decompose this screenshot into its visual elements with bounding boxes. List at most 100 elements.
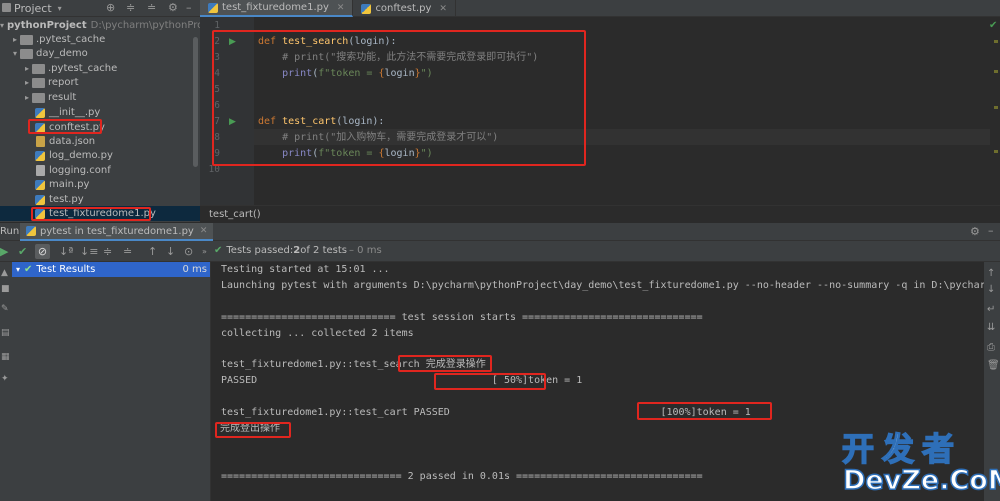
tab-label: test_fixturedome1.py bbox=[222, 2, 329, 13]
breadcrumb-item[interactable]: test_cart() bbox=[209, 209, 261, 220]
pin-icon[interactable]: ✦ bbox=[1, 374, 9, 384]
run-tool-window-header: Run: pytest in test_fixturedome1.py ✕ ⚙ … bbox=[0, 222, 1000, 241]
up-arrow-icon[interactable]: ▲ bbox=[1, 268, 8, 278]
tree-item-label: report bbox=[48, 77, 79, 88]
editor-scrollbar[interactable] bbox=[990, 17, 1000, 205]
print-icon[interactable]: ⎙ bbox=[987, 342, 995, 353]
project-panel-title[interactable]: Project bbox=[14, 2, 52, 15]
scroll-to-end-icon[interactable]: ⇊ bbox=[987, 322, 995, 333]
collapse-all-icon[interactable]: ≐ bbox=[147, 1, 156, 14]
minimize-icon[interactable]: – bbox=[186, 1, 192, 14]
tree-item-result[interactable]: ▸ result bbox=[0, 90, 200, 105]
console-line: ============================== 2 passed … bbox=[221, 471, 703, 482]
error-stripe-mark[interactable] bbox=[994, 106, 998, 109]
tree-item-day-demo-pytest-cache[interactable]: ▸ .pytest_cache bbox=[0, 61, 200, 76]
chevron-right-icon[interactable]: ▸ bbox=[22, 64, 32, 73]
annotation-box-conftest bbox=[28, 119, 102, 134]
grid-icon[interactable]: ▦ bbox=[1, 352, 10, 362]
chevron-down-icon[interactable]: ▾ bbox=[10, 49, 20, 58]
python-file-icon bbox=[361, 3, 372, 14]
chevron-down-icon[interactable]: ▾ bbox=[58, 4, 62, 13]
chevron-right-icon[interactable]: » bbox=[202, 244, 207, 259]
tree-item-label: test.py bbox=[49, 194, 84, 205]
soft-wrap-icon[interactable]: ↵ bbox=[987, 304, 995, 315]
tab-conftest[interactable]: conftest.py ✕ bbox=[353, 0, 456, 17]
tree-item-label: pythonProject bbox=[7, 20, 87, 31]
test-history-icon[interactable]: ⊙ bbox=[184, 244, 193, 259]
close-icon[interactable]: ✕ bbox=[200, 226, 208, 236]
tests-status: ✔ Tests passed: 2 of 2 tests – 0 ms bbox=[214, 245, 382, 256]
tree-item-pythonProject[interactable]: ▾ pythonProject D:\pycharm\pythonProject bbox=[0, 18, 200, 33]
run-toolbar: ▶ ✔ ⊘ ↓ª ↓≡ ≑ ≐ ↑ ↓ ⊙ » ✔ Tests passed: … bbox=[0, 241, 1000, 262]
project-folder-icon bbox=[2, 3, 11, 12]
status-time: – 0 ms bbox=[349, 245, 382, 256]
tree-item-label: log_demo.py bbox=[49, 150, 113, 161]
annotation-box-token-50 bbox=[434, 373, 546, 390]
trash-icon[interactable]: 🗑 bbox=[987, 360, 1000, 371]
tree-item-label: logging.conf bbox=[49, 165, 111, 176]
show-passed-icon[interactable]: ✔ bbox=[18, 244, 27, 259]
stop-icon[interactable]: ■ bbox=[1, 284, 10, 294]
console-line: Launching pytest with arguments D:\pycha… bbox=[221, 280, 1000, 291]
tree-item-init-py[interactable]: __init__.py bbox=[0, 105, 200, 120]
python-file-icon bbox=[208, 2, 218, 13]
error-stripe-mark[interactable] bbox=[994, 150, 998, 153]
gear-icon[interactable]: ⚙ bbox=[168, 1, 178, 14]
chevron-down-icon[interactable]: ▾ bbox=[0, 21, 4, 30]
tree-item-label: .pytest_cache bbox=[48, 63, 118, 74]
tree-item-path: D:\pycharm\pythonProject bbox=[90, 20, 200, 31]
tree-item-day-demo[interactable]: ▾ day_demo bbox=[0, 46, 200, 61]
test-results-root[interactable]: ▾ ✔ Test Results 0 ms bbox=[12, 262, 210, 277]
tree-item-test-py[interactable]: test.py bbox=[0, 192, 200, 207]
minimize-icon[interactable]: – bbox=[988, 224, 994, 237]
tree-item-logging-conf[interactable]: logging.conf bbox=[0, 163, 200, 178]
python-file-icon bbox=[35, 194, 45, 205]
chevron-right-icon[interactable]: ▸ bbox=[22, 93, 32, 102]
show-ignored-icon[interactable]: ⊘ bbox=[35, 244, 50, 259]
close-icon[interactable]: ✕ bbox=[439, 4, 447, 14]
sort-duration-icon[interactable]: ↓≡ bbox=[80, 244, 98, 259]
wrench-icon[interactable]: ✎ bbox=[1, 304, 9, 314]
error-stripe-mark[interactable] bbox=[994, 40, 998, 43]
watermark-logo-top: 开发者 bbox=[841, 430, 963, 468]
tree-item-data-json[interactable]: data.json bbox=[0, 134, 200, 149]
down-arrow-icon[interactable]: ↓ bbox=[987, 284, 995, 295]
status-suffix: of 2 tests bbox=[300, 245, 347, 256]
chevron-right-icon[interactable]: ▸ bbox=[10, 35, 20, 44]
folder-icon bbox=[32, 92, 45, 103]
annotation-box-token-100 bbox=[637, 402, 772, 420]
locate-icon[interactable]: ⊕ bbox=[106, 1, 115, 14]
project-tree-scrollbar[interactable] bbox=[193, 37, 198, 167]
check-icon: ✔ bbox=[214, 245, 223, 256]
layout-icon[interactable]: ▤ bbox=[1, 328, 10, 338]
run-config-tab[interactable]: pytest in test_fixturedome1.py ✕ bbox=[20, 223, 214, 241]
collapse-all-icon[interactable]: ≐ bbox=[123, 244, 132, 259]
chevron-down-icon[interactable]: ▾ bbox=[12, 265, 24, 274]
rerun-icon[interactable]: ▶ bbox=[0, 244, 8, 259]
up-arrow-icon[interactable]: ↑ bbox=[987, 268, 995, 279]
expand-all-icon[interactable]: ≑ bbox=[126, 1, 135, 14]
test-results-tree: ▾ ✔ Test Results 0 ms bbox=[12, 262, 211, 501]
gear-icon[interactable]: ⚙ bbox=[970, 225, 980, 238]
error-stripe-mark[interactable] bbox=[994, 70, 998, 73]
editor-tab-bar: test_fixturedome1.py ✕ conftest.py ✕ bbox=[200, 0, 1000, 17]
tab-test-fixturedome1[interactable]: test_fixturedome1.py ✕ bbox=[200, 0, 354, 17]
chevron-right-icon[interactable]: ▸ bbox=[22, 78, 32, 87]
next-test-icon[interactable]: ↓ bbox=[166, 244, 175, 259]
run-side-toolbar: ▲ ■ ✎ ▤ ▦ ✦ bbox=[0, 262, 12, 501]
tree-item-log-demo-py[interactable]: log_demo.py bbox=[0, 148, 200, 163]
tree-item-report[interactable]: ▸ report bbox=[0, 75, 200, 90]
expand-all-icon[interactable]: ≑ bbox=[103, 244, 112, 259]
tab-label: conftest.py bbox=[375, 3, 432, 14]
breadcrumb: test_cart() bbox=[200, 205, 1000, 222]
previous-test-icon[interactable]: ↑ bbox=[148, 244, 157, 259]
tree-item-label: result bbox=[48, 92, 77, 103]
tree-item-label: .pytest_cache bbox=[36, 34, 106, 45]
run-tab-label: pytest in test_fixturedome1.py bbox=[40, 225, 194, 237]
sort-alpha-icon[interactable]: ↓ª bbox=[59, 244, 73, 259]
inspection-ok-icon[interactable]: ✔ bbox=[989, 20, 997, 31]
tree-item-pytest-cache[interactable]: ▸ .pytest_cache bbox=[0, 32, 200, 47]
tree-item-main-py[interactable]: main.py bbox=[0, 177, 200, 192]
folder-icon bbox=[32, 63, 45, 74]
close-icon[interactable]: ✕ bbox=[337, 3, 345, 13]
